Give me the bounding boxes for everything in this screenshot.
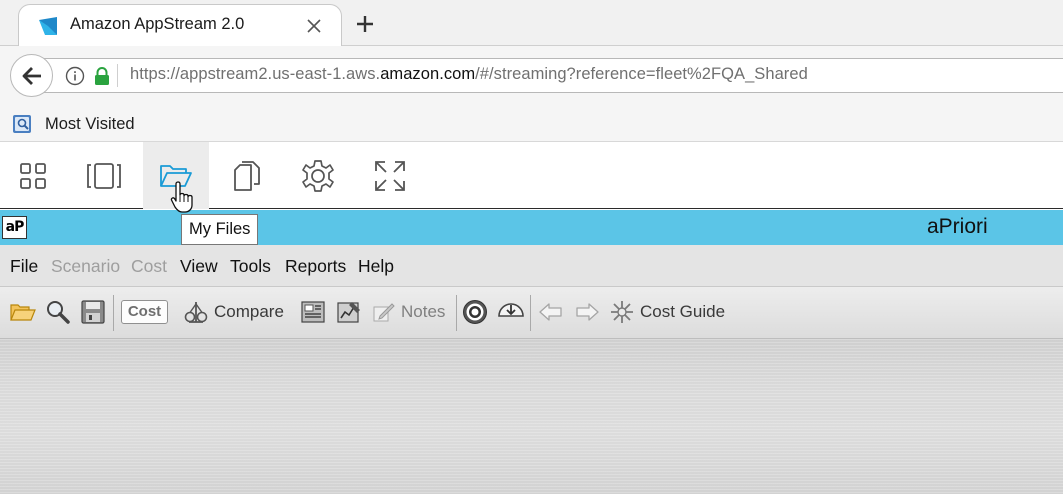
toolbar-separator bbox=[530, 295, 531, 331]
app-menu-bar: File Scenario Cost View Tools Reports He… bbox=[0, 245, 1063, 287]
windows-icon bbox=[87, 162, 121, 189]
url-text[interactable]: https://appstream2.us-east-1.aws.amazon.… bbox=[130, 65, 808, 84]
compare-label: Compare bbox=[214, 302, 284, 321]
report-button[interactable] bbox=[301, 297, 325, 327]
url-bar[interactable]: https://appstream2.us-east-1.aws.amazon.… bbox=[36, 58, 1063, 93]
cost-guide-label: Cost Guide bbox=[640, 302, 726, 321]
app-workspace bbox=[0, 339, 1063, 494]
new-tab-button[interactable] bbox=[352, 11, 378, 37]
sparkle-icon bbox=[611, 301, 633, 323]
info-icon[interactable] bbox=[65, 66, 85, 86]
app-logo: aP bbox=[2, 216, 27, 239]
cloud-download-icon bbox=[498, 303, 524, 317]
bookmarks-bar: Most Visited bbox=[0, 105, 1063, 142]
notes-button[interactable]: Notes bbox=[373, 297, 445, 327]
browser-nav-bar: https://appstream2.us-east-1.aws.amazon.… bbox=[0, 46, 1063, 105]
publish-button[interactable] bbox=[498, 297, 524, 327]
next-button[interactable] bbox=[574, 297, 600, 327]
clipboard-button[interactable] bbox=[214, 142, 280, 209]
app-toolbar: Cost Compare Notes Cost Guide bbox=[0, 287, 1063, 339]
chart-report-button[interactable] bbox=[337, 297, 361, 327]
menu-file[interactable]: File bbox=[10, 256, 38, 277]
url-domain: amazon.com bbox=[380, 65, 476, 83]
notes-label: Notes bbox=[401, 302, 446, 321]
grid-icon bbox=[20, 162, 46, 189]
expand-icon bbox=[375, 160, 405, 191]
compare-button[interactable]: Compare bbox=[184, 297, 284, 327]
app-title-bar: aP aPriori bbox=[0, 210, 1063, 245]
hand-cursor-icon bbox=[170, 181, 193, 213]
cost-guide-button[interactable]: Cost Guide bbox=[610, 297, 725, 327]
previous-button[interactable] bbox=[538, 297, 564, 327]
open-folder-icon bbox=[10, 304, 36, 321]
scale-icon bbox=[184, 302, 208, 323]
menu-reports[interactable]: Reports bbox=[285, 256, 346, 277]
menu-cost[interactable]: Cost bbox=[131, 256, 167, 277]
copy-icon bbox=[234, 160, 260, 191]
bookmark-label: Most Visited bbox=[45, 114, 135, 133]
pencil-note-icon bbox=[373, 303, 395, 322]
close-tab-button[interactable] bbox=[302, 14, 326, 38]
url-prefix: https://appstream2.us-east-1.aws. bbox=[130, 65, 381, 83]
back-button[interactable] bbox=[10, 54, 53, 97]
chart-edit-icon bbox=[337, 302, 360, 323]
toolbar-separator bbox=[113, 295, 114, 331]
menu-scenario[interactable]: Scenario bbox=[51, 256, 120, 277]
url-suffix: /#/streaming?reference=fleet%2FQA_Shared bbox=[475, 65, 808, 83]
open-button[interactable] bbox=[10, 297, 36, 327]
arrow-right-icon bbox=[576, 303, 599, 321]
my-files-tooltip: My Files bbox=[181, 214, 259, 245]
applications-button[interactable] bbox=[0, 142, 66, 209]
fullscreen-button[interactable] bbox=[357, 142, 423, 209]
gear-icon bbox=[302, 159, 334, 192]
settings-button[interactable] bbox=[285, 142, 351, 209]
save-disk-icon bbox=[81, 300, 105, 324]
report-icon bbox=[301, 301, 325, 323]
appstream-toolbar bbox=[0, 142, 1063, 209]
save-button[interactable] bbox=[81, 297, 105, 327]
menu-view[interactable]: View bbox=[180, 256, 218, 277]
bookmark-folder-icon bbox=[13, 115, 31, 133]
appstream-favicon-icon bbox=[39, 17, 57, 35]
plus-icon bbox=[357, 16, 373, 32]
browser-tab-strip: Amazon AppStream 2.0 bbox=[0, 0, 1063, 46]
toolbar-separator bbox=[456, 295, 457, 331]
windows-button[interactable] bbox=[71, 142, 137, 209]
arrow-left-icon bbox=[539, 303, 562, 321]
search-button[interactable] bbox=[45, 297, 71, 327]
target-button[interactable] bbox=[462, 297, 488, 327]
bookmark-most-visited[interactable]: Most Visited bbox=[12, 111, 135, 137]
target-icon bbox=[463, 300, 487, 324]
menu-tools[interactable]: Tools bbox=[230, 256, 271, 277]
cost-button[interactable]: Cost bbox=[121, 300, 168, 324]
browser-tab[interactable]: Amazon AppStream 2.0 bbox=[18, 4, 342, 46]
tab-title: Amazon AppStream 2.0 bbox=[70, 15, 245, 33]
magnifier-icon bbox=[47, 301, 70, 324]
back-arrow-icon bbox=[22, 66, 41, 85]
lock-icon[interactable] bbox=[93, 66, 111, 86]
close-icon bbox=[307, 19, 321, 33]
url-separator bbox=[117, 64, 118, 87]
app-title: aPriori bbox=[927, 215, 988, 238]
menu-help[interactable]: Help bbox=[358, 256, 394, 277]
